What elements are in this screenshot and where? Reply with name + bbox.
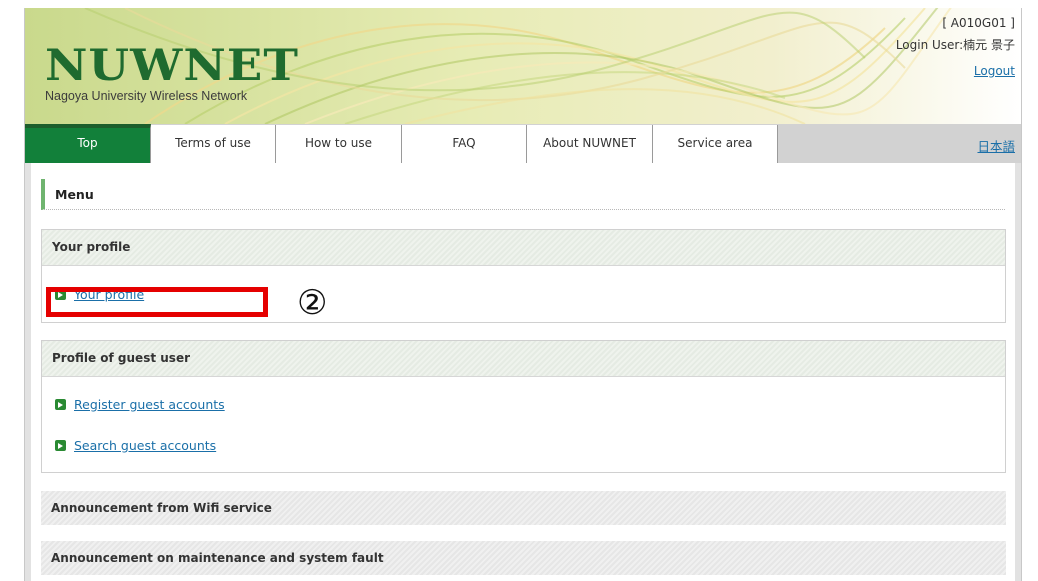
highlight-box [46, 287, 268, 317]
logout-link[interactable]: Logout [974, 64, 1015, 78]
logo: NUWNET [45, 41, 300, 91]
link-label[interactable]: Register guest accounts [74, 397, 225, 412]
link-search-guest-accounts[interactable]: Search guest accounts [55, 438, 216, 453]
tab-faq[interactable]: FAQ [402, 125, 527, 163]
header: NUWNET Nagoya University Wireless Networ… [25, 8, 1021, 124]
tab-about-nuwnet[interactable]: About NUWNET [527, 125, 653, 163]
arrow-right-icon [55, 440, 66, 451]
tab-terms-of-use[interactable]: Terms of use [151, 125, 276, 163]
annotation-marker: ② [297, 283, 328, 323]
announcement-maintenance-bar[interactable]: Announcement on maintenance and system f… [41, 541, 1006, 575]
arrow-right-icon [55, 399, 66, 410]
main-nav: Top Terms of use How to use FAQ About NU… [25, 124, 1021, 163]
language-link[interactable]: 日本語 [977, 136, 1015, 155]
tab-service-area[interactable]: Service area [653, 125, 778, 163]
section-heading: Your profile [42, 230, 1005, 266]
main-content: Menu Your profile Your profile ② Profile… [31, 163, 1015, 581]
menu-heading: Menu [41, 179, 1005, 210]
tab-how-to-use[interactable]: How to use [276, 125, 402, 163]
page-frame: NUWNET Nagoya University Wireless Networ… [24, 8, 1022, 581]
tab-top[interactable]: Top [25, 124, 151, 163]
logo-subtitle: Nagoya University Wireless Network [45, 89, 248, 103]
section-heading: Profile of guest user [42, 341, 1005, 377]
announcement-wifi-bar[interactable]: Announcement from Wifi service [41, 491, 1006, 525]
screen-code: [ A010G01 ] [942, 16, 1015, 30]
link-register-guest-accounts[interactable]: Register guest accounts [55, 397, 225, 412]
login-user: Login User:楠元 景子 [895, 38, 1015, 52]
link-label[interactable]: Search guest accounts [74, 438, 216, 453]
